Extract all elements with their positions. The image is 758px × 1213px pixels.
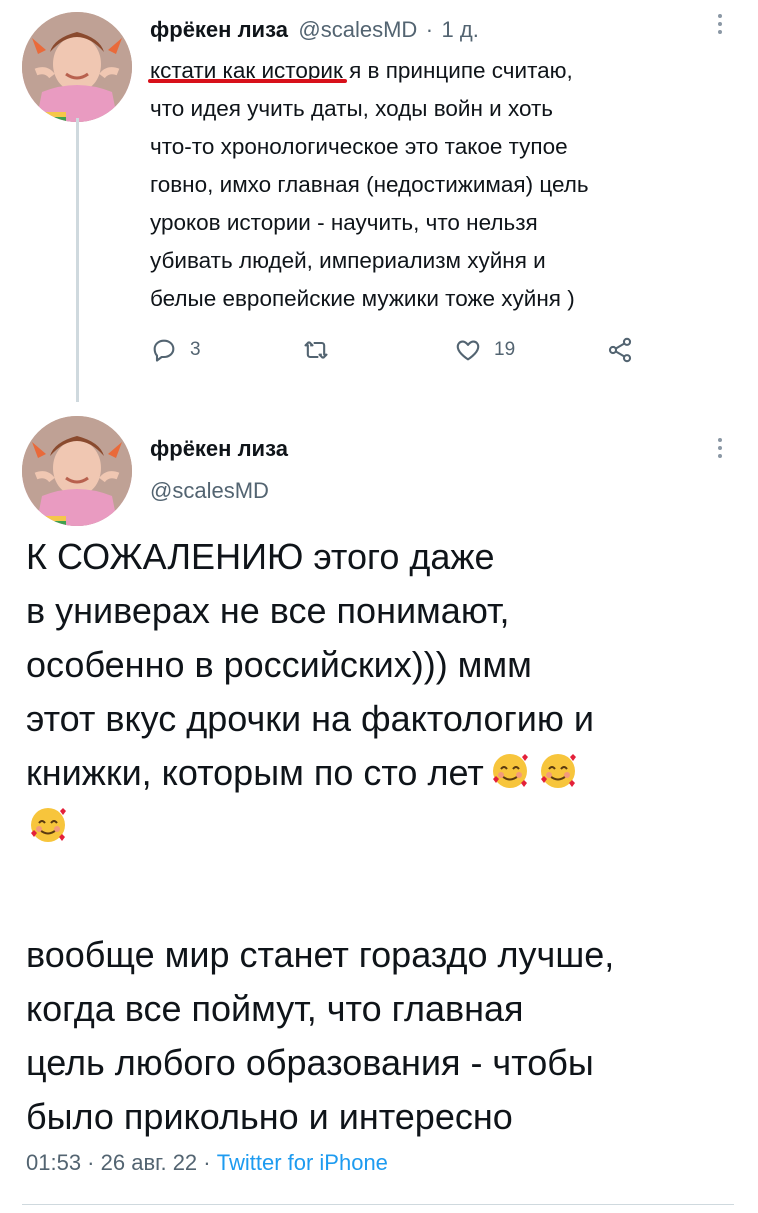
thread-line <box>76 118 79 402</box>
divider <box>22 1204 734 1205</box>
tweet-source-link[interactable]: Twitter for iPhone <box>217 1150 388 1175</box>
reply-button[interactable]: 3 <box>150 336 201 364</box>
reply-icon <box>153 339 175 362</box>
tweet-line-5: книжки, которым по сто лет <box>26 746 746 800</box>
tweet-line-2: в универах не все понимают, <box>26 590 510 631</box>
share-button[interactable] <box>606 336 634 364</box>
tweet-line-7: белые европейские мужики тоже хуйня ) <box>150 286 575 311</box>
tweet-line-4: говно, имхо главная (недостижимая) цель <box>150 172 589 197</box>
tweet-line-4: этот вкус дрочки на фактологию и <box>26 698 594 739</box>
tweet-actions: 3 19 <box>150 336 710 376</box>
tweet-date[interactable]: 26 авг. 22 <box>101 1150 198 1175</box>
reply-count: 3 <box>190 339 201 360</box>
avatar[interactable] <box>22 12 132 122</box>
tweet-line-7: вообще мир станет гораздо лучше, <box>26 934 615 975</box>
more-icon[interactable] <box>718 438 724 462</box>
display-name[interactable]: фрёкен лиза <box>150 17 288 42</box>
tweet1-text: кстати как историк я в принципе считаю, … <box>150 52 725 318</box>
tweet-line-5: уроков истории - научить, что нельзя <box>150 210 538 235</box>
smiling-face-with-hearts-icon <box>31 808 66 842</box>
tweet-line-3: особенно в российских))) ммм <box>26 644 532 685</box>
handle[interactable]: @scalesMD <box>150 478 269 504</box>
avatar-image <box>22 416 132 526</box>
smiling-face-with-hearts-icon <box>492 754 528 788</box>
tweet-timestamp[interactable]: 01:53 <box>26 1150 81 1175</box>
tweet-line-10: было прикольно и интересно <box>26 1096 513 1137</box>
tweet-time[interactable]: 1 д. <box>442 17 479 42</box>
avatar-image <box>22 12 132 122</box>
like-button[interactable]: 19 <box>454 336 515 364</box>
share-icon <box>608 337 632 363</box>
separator: · <box>425 17 434 42</box>
handle[interactable]: @scalesMD <box>298 17 417 42</box>
tweet-line-6: убивать людей, империализм хуйня и <box>150 248 546 273</box>
underlined-phrase: кстати как историк <box>150 58 343 83</box>
tweet-line-8: когда все поймут, что главная <box>26 988 524 1029</box>
retweet-icon <box>304 341 328 359</box>
tweet-meta: 01:53 · 26 авг. 22 · Twitter for iPhone <box>26 1150 388 1175</box>
display-name[interactable]: фрёкен лиза <box>150 436 288 462</box>
tweet-line-1: кстати как историк я в принципе считаю, <box>150 58 573 83</box>
tweet-line-9: цель любого образования - чтобы <box>26 1042 594 1083</box>
smiling-face-with-hearts-icon <box>540 754 576 788</box>
tweet-line-6 <box>26 800 746 854</box>
tweet-line-1: К СОЖАЛЕНИЮ этого даже <box>26 536 495 577</box>
tweet1-header: фрёкен лиза @scalesMD · 1 д. <box>150 17 479 43</box>
avatar[interactable] <box>22 416 132 526</box>
more-icon[interactable] <box>718 14 724 38</box>
retweet-button[interactable] <box>302 336 342 364</box>
like-count: 19 <box>494 339 516 360</box>
tweet-line-2: что идея учить даты, ходы войн и хоть <box>150 96 554 121</box>
tweet2-text: К СОЖАЛЕНИЮ этого даже в универах не все… <box>26 530 746 1144</box>
tweet-line-3: что-то хронологическое это такое тупое <box>150 134 568 159</box>
like-icon <box>456 340 480 361</box>
